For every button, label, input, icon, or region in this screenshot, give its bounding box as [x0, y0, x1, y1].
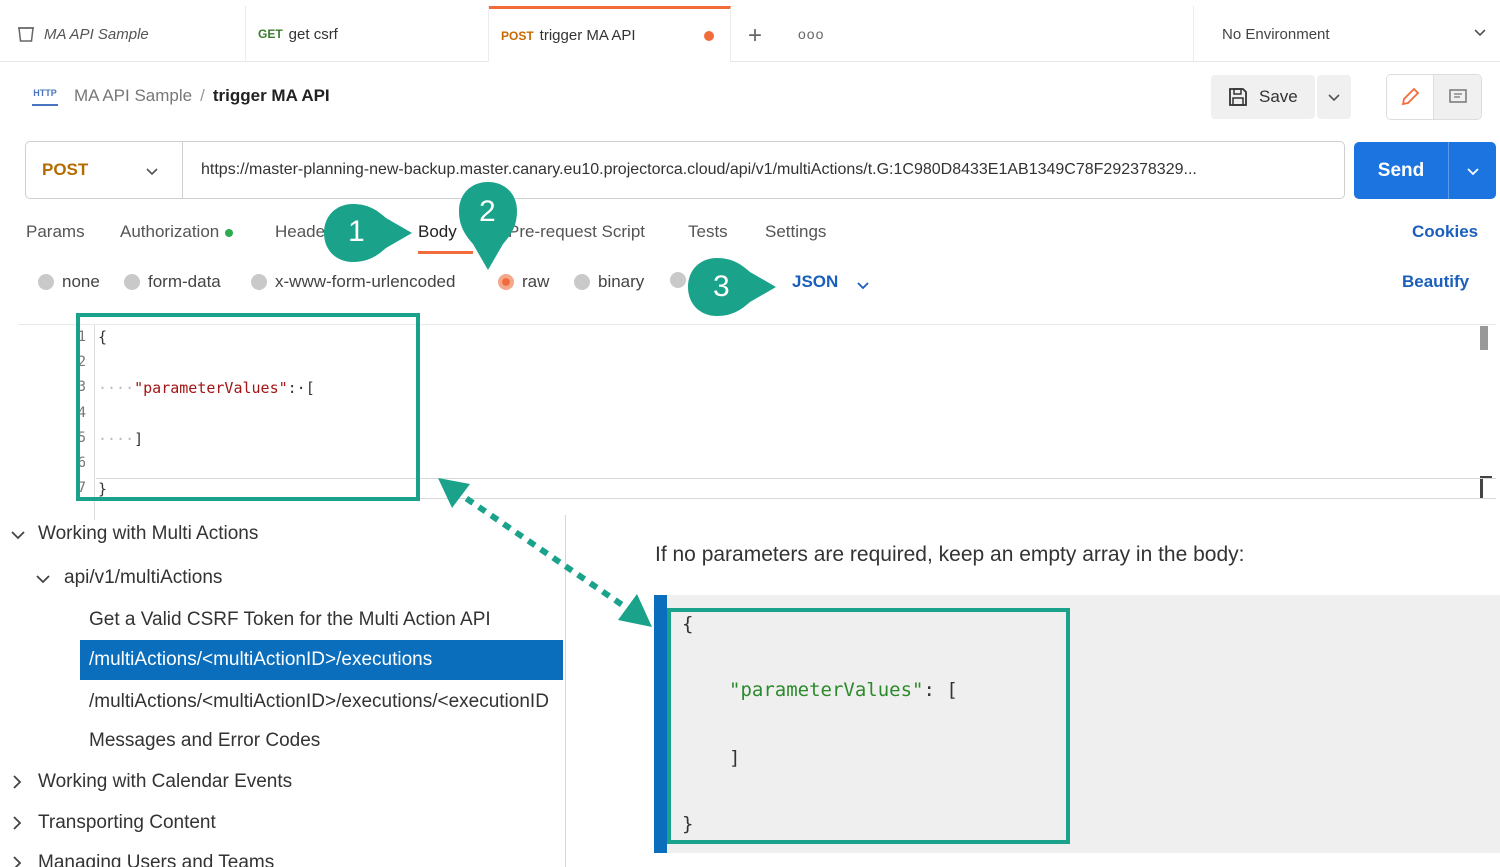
save-button[interactable]: Save	[1211, 75, 1315, 119]
tab-authorization[interactable]: Authorization	[120, 222, 234, 242]
breadcrumb-request[interactable]: trigger MA API	[213, 86, 330, 105]
radio-label: form-data	[148, 272, 221, 291]
annotation-marker-1: 1	[322, 202, 414, 264]
save-dropdown-button[interactable]	[1317, 75, 1351, 119]
method-label: POST	[42, 160, 89, 179]
tab-method: GET	[258, 27, 283, 41]
url-text: https://master-planning-new-backup.maste…	[201, 161, 1197, 178]
nav-section-users-teams[interactable]: Managing Users and Teams	[38, 852, 274, 867]
tab-label: MA API Sample	[44, 25, 149, 43]
annotation-number: 2	[479, 195, 496, 228]
radio-label: binary	[598, 272, 645, 291]
nav-section-calendar-events[interactable]: Working with Calendar Events	[38, 771, 292, 793]
more-tabs-icon[interactable]: ooo	[798, 26, 824, 42]
annotation-number: 1	[348, 215, 365, 248]
tab-label: trigger MA API	[539, 27, 636, 44]
annotation-marker-3: 3	[686, 256, 778, 318]
body-type-urlencoded-radio[interactable]: x-www-form-urlencoded	[251, 272, 455, 292]
chevron-right-icon[interactable]	[9, 815, 25, 831]
tab-method: POST	[501, 28, 534, 43]
chevron-right-icon[interactable]	[9, 855, 25, 867]
tab-body[interactable]: Body	[418, 222, 457, 242]
doc-paragraph: If no parameters are required, keep an e…	[655, 543, 1245, 566]
chevron-down-icon[interactable]	[10, 527, 26, 543]
environment-select[interactable]: No Environment	[1193, 6, 1500, 62]
radio-circle	[38, 274, 54, 290]
send-label: Send	[1377, 159, 1425, 181]
url-bar: POST https://master-planning-new-backup.…	[25, 141, 1345, 199]
body-format-select[interactable]: JSON	[792, 272, 838, 292]
tab-trigger-ma-api[interactable]: POST trigger MA API	[489, 6, 731, 62]
radio-circle	[670, 272, 686, 288]
tab-pre-request-script[interactable]: Pre-request Script	[508, 222, 645, 242]
new-tab-plus-icon[interactable]: +	[748, 22, 762, 50]
highlight-box-doc-example	[667, 608, 1070, 844]
annotation-number: 3	[713, 270, 730, 303]
body-type-none-radio[interactable]: none	[38, 272, 100, 292]
callout-arrow-icon	[688, 258, 776, 316]
nav-item-execution-id[interactable]: /multiActions/<multiActionID>/executions…	[89, 691, 549, 713]
body-type-binary-radio[interactable]: binary	[574, 272, 644, 292]
chevron-down-icon[interactable]	[35, 571, 51, 587]
nav-section-multi-actions[interactable]: Working with Multi Actions	[38, 523, 258, 545]
breadcrumb: MA API Sample / trigger MA API	[74, 86, 330, 106]
chevron-down-icon	[146, 168, 158, 176]
chevron-right-icon[interactable]	[9, 774, 25, 790]
chevron-down-icon	[1328, 94, 1340, 102]
body-type-raw-radio[interactable]: raw	[498, 272, 549, 292]
editor-resize-handle[interactable]	[1480, 476, 1492, 498]
tab-ma-api-sample[interactable]: MA API Sample	[0, 6, 246, 62]
breadcrumb-collection[interactable]: MA API Sample	[74, 86, 192, 105]
cookies-link[interactable]: Cookies	[1412, 222, 1478, 242]
view-mode-toggle	[1386, 74, 1482, 120]
annotation-marker-2: 2	[457, 180, 519, 272]
nav-section-transporting-content[interactable]: Transporting Content	[38, 812, 216, 834]
tab-settings[interactable]: Settings	[765, 222, 826, 242]
tab-authorization-label: Authorization	[120, 222, 220, 241]
radio-label: x-www-form-urlencoded	[275, 272, 456, 291]
send-dropdown-button[interactable]	[1448, 142, 1496, 199]
method-select[interactable]: POST	[26, 142, 183, 198]
beautify-link[interactable]: Beautify	[1402, 272, 1469, 292]
status-dot-icon	[225, 228, 234, 237]
highlight-box-editor	[76, 313, 420, 501]
radio-circle-selected	[498, 274, 514, 290]
callout-arrow-icon	[324, 204, 412, 262]
url-input[interactable]: https://master-planning-new-backup.maste…	[183, 142, 1344, 198]
editor-scrollbar[interactable]	[1480, 326, 1488, 350]
tab-tests[interactable]: Tests	[688, 222, 728, 242]
chevron-down-icon[interactable]	[855, 277, 871, 293]
save-label: Save	[1259, 87, 1298, 106]
breadcrumb-separator: /	[200, 86, 205, 105]
collection-icon	[18, 27, 34, 42]
chevron-down-icon	[1474, 29, 1486, 37]
comment-icon	[1448, 89, 1467, 103]
nav-item-error-codes[interactable]: Messages and Error Codes	[89, 730, 320, 752]
radio-circle	[124, 274, 140, 290]
tab-headers[interactable]: Heade	[275, 222, 325, 242]
nav-item-executions-selected[interactable]: /multiActions/<multiActionID>/executions	[80, 640, 563, 680]
body-type-form-data-radio[interactable]: form-data	[124, 272, 221, 292]
pencil-icon	[1401, 87, 1420, 106]
environment-label: No Environment	[1222, 25, 1330, 43]
nav-subsection-multiactions[interactable]: api/v1/multiActions	[64, 567, 222, 589]
radio-label: raw	[522, 272, 550, 291]
radio-circle	[574, 274, 590, 290]
tab-params[interactable]: Params	[26, 222, 85, 242]
send-button[interactable]: Send	[1354, 142, 1496, 199]
nav-item-label: /multiActions/<multiActionID>/executions	[89, 649, 433, 670]
radio-circle	[251, 274, 267, 290]
edit-mode-button[interactable]	[1387, 75, 1435, 119]
documentation-mode-button[interactable]	[1434, 75, 1481, 119]
save-icon	[1229, 88, 1247, 106]
double-arrow-connector-icon	[438, 478, 652, 627]
tab-label: get csrf	[288, 25, 338, 43]
radio-label: none	[62, 272, 100, 291]
chevron-down-icon	[1466, 167, 1479, 175]
http-request-icon: HTTP	[32, 86, 58, 106]
unsaved-dot-icon	[704, 30, 714, 41]
tab-get-csrf[interactable]: GET get csrf	[246, 6, 489, 62]
